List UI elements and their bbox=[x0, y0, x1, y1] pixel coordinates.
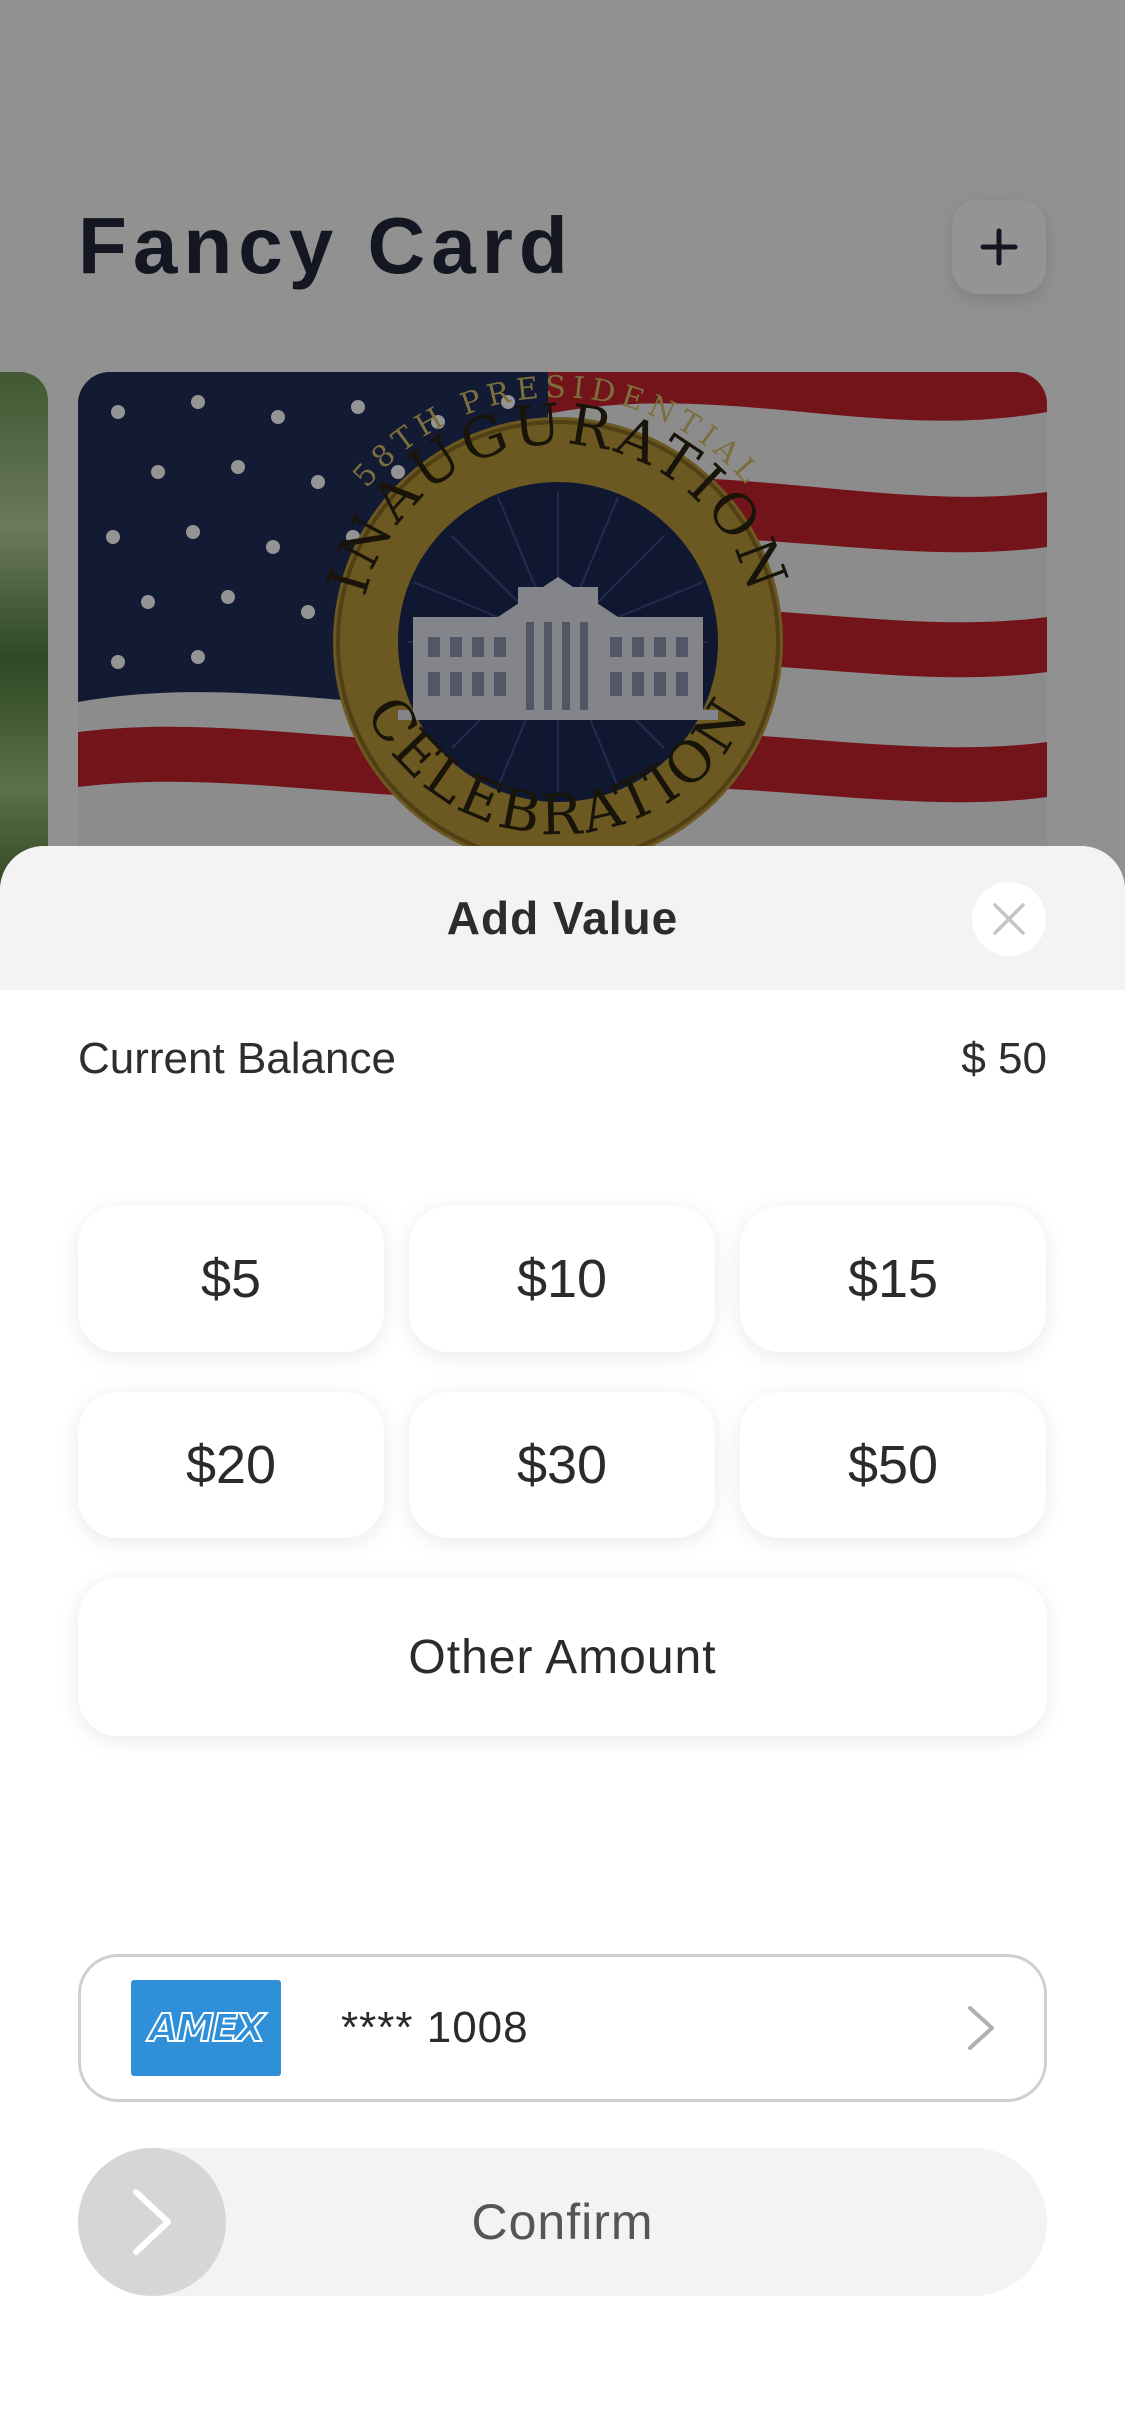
sheet-header: Add Value bbox=[0, 846, 1125, 990]
close-button[interactable] bbox=[972, 882, 1046, 956]
amount-button-5[interactable]: $5 bbox=[78, 1206, 384, 1352]
slider-knob[interactable] bbox=[78, 2148, 226, 2296]
balance-value: $ 50 bbox=[961, 1034, 1047, 1083]
balance-label: Current Balance bbox=[78, 1034, 396, 1083]
amount-button-30[interactable]: $30 bbox=[409, 1392, 715, 1538]
chevron-right-icon bbox=[968, 2006, 994, 2050]
confirm-slider[interactable]: Confirm bbox=[78, 2148, 1047, 2296]
amex-logo-text: AMEX bbox=[148, 2005, 267, 2051]
confirm-label: Confirm bbox=[471, 2194, 654, 2250]
amount-options: $5 $10 $15 $20 $30 $50 bbox=[78, 1206, 1047, 1538]
add-value-sheet: Add Value Current Balance $ 50 $5 $10 $1… bbox=[0, 846, 1125, 2436]
close-icon bbox=[993, 903, 1025, 935]
amount-button-20[interactable]: $20 bbox=[78, 1392, 384, 1538]
amex-logo: AMEX bbox=[131, 1980, 281, 2076]
current-balance-row: Current Balance $ 50 bbox=[78, 1034, 1047, 1084]
amount-button-10[interactable]: $10 bbox=[409, 1206, 715, 1352]
sheet-title: Add Value bbox=[446, 892, 679, 944]
screen: Fancy Card 58TH PRESIDENTIAL INAUGURATIO… bbox=[0, 0, 1125, 2436]
chevron-right-icon bbox=[133, 2189, 171, 2255]
payment-method-selector[interactable]: AMEX **** 1008 bbox=[78, 1954, 1047, 2102]
other-amount-button[interactable]: Other Amount bbox=[78, 1578, 1047, 1736]
card-number: **** 1008 bbox=[341, 2003, 529, 2052]
amount-button-15[interactable]: $15 bbox=[740, 1206, 1046, 1352]
amount-button-50[interactable]: $50 bbox=[740, 1392, 1046, 1538]
